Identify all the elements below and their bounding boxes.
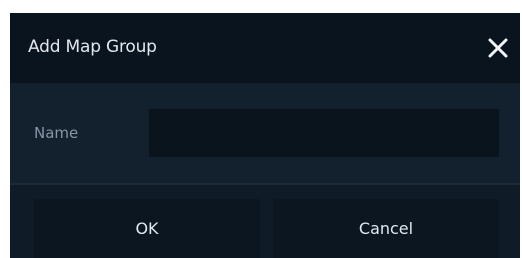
close-icon[interactable] <box>484 34 512 62</box>
cancel-button[interactable]: Cancel <box>273 199 499 258</box>
name-input[interactable] <box>149 109 499 157</box>
dialog-titlebar: Add Map Group <box>10 13 520 83</box>
dialog-title: Add Map Group <box>28 37 157 57</box>
add-map-group-dialog: Add Map Group Name OK Cancel <box>10 13 520 258</box>
ok-button[interactable]: OK <box>34 199 260 258</box>
name-label: Name <box>34 124 79 142</box>
dialog-divider <box>10 183 520 185</box>
dialog-body: Name <box>10 83 520 183</box>
